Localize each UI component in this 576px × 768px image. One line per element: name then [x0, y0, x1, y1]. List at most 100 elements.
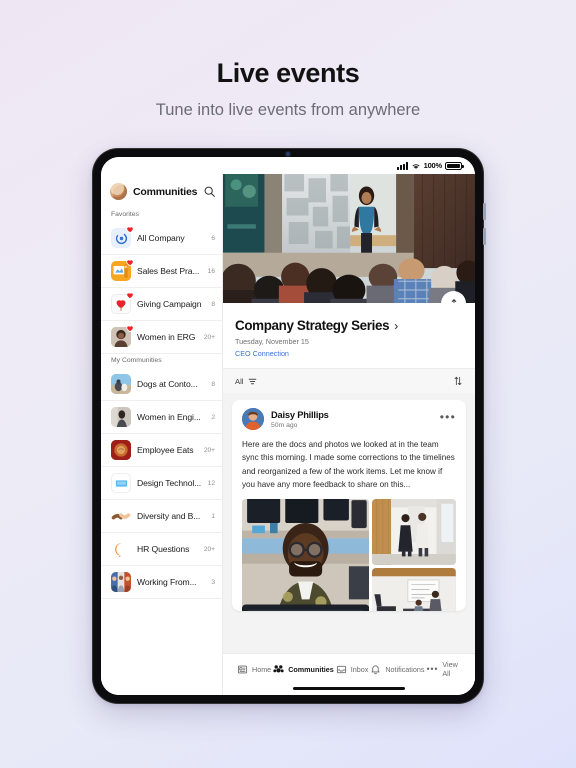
sidebar-item-diversity-and-belonging[interactable]: Diversity and B... 1: [101, 500, 222, 533]
sidebar-item-women-in-engineering[interactable]: Women in Engi... 2: [101, 401, 222, 434]
page-subtitle: Tune into live events from anywhere: [155, 101, 421, 119]
event-info: Company Strategy Series › Tuesday, Novem…: [223, 303, 475, 368]
sidebar-item-label: All Company: [137, 233, 185, 243]
post-image-man-at-desk[interactable]: [242, 499, 370, 612]
sidebar-item-sales-best-practices[interactable]: Sales Best Pra... 16: [101, 255, 222, 288]
filter-label[interactable]: All: [235, 377, 243, 386]
avatar[interactable]: [242, 408, 264, 430]
tab-label: Notifications: [385, 664, 425, 674]
bottom-tab-bar[interactable]: Home Communities Inbox Notifications •••…: [223, 653, 475, 682]
event-community-link[interactable]: CEO Connection: [235, 349, 463, 358]
tab-view-all[interactable]: ••• View All: [426, 660, 461, 678]
event-date: Tuesday, November 15: [235, 337, 309, 346]
sidebar-item-count: 1: [211, 512, 215, 520]
page-title: Live events: [216, 58, 360, 88]
sidebar-item-label: Design Technol...: [137, 478, 202, 488]
sidebar-item-giving-campaign[interactable]: Giving Campaign 8: [101, 288, 222, 321]
tablet-device-frame: 100% Communities Favorites All Company 6…: [92, 148, 486, 704]
post-image-office-meeting[interactable]: [372, 568, 456, 612]
home-indicator: [223, 682, 475, 695]
sidebar-item-working-from-home[interactable]: Working From... 3: [101, 566, 222, 599]
sidebar-item-label: Giving Campaign: [137, 299, 202, 309]
sidebar-title: Communities: [133, 185, 198, 198]
more-options-icon[interactable]: •••: [440, 411, 456, 427]
sidebar-item-dogs-at-contoso[interactable]: Dogs at Conto... 8: [101, 368, 222, 401]
cellular-signal-icon: [396, 162, 408, 170]
sidebar-item-design-technology[interactable]: Design Technol... 12: [101, 467, 222, 500]
post-image-grid[interactable]: [232, 499, 466, 612]
feed[interactable]: Daisy Phillips 50m ago ••• Here are the …: [223, 393, 475, 653]
sidebar-item-count: 20+: [203, 333, 215, 341]
community-icon-employee-eats: [111, 440, 131, 460]
communities-icon: [273, 664, 284, 675]
tab-label: View All: [442, 660, 458, 678]
community-icon-all-company: [111, 226, 134, 248]
community-icon-working-from-home: [111, 572, 131, 592]
tab-communities[interactable]: Communities: [273, 664, 334, 675]
post-body-text: Here are the docs and photos we looked a…: [242, 440, 455, 490]
post-image-right-column: [372, 499, 456, 612]
sidebar-item-employee-eats[interactable]: Employee Eats 20+: [101, 434, 222, 467]
feed-post[interactable]: Daisy Phillips 50m ago ••• Here are the …: [232, 400, 466, 612]
tab-label: Communities: [288, 664, 334, 674]
sidebar-item-count: 20+: [203, 446, 215, 454]
sidebar-item-count: 12: [207, 479, 215, 487]
sidebar-list[interactable]: Favorites All Company 6 Sales Best Pra..…: [101, 208, 222, 695]
filter-icon[interactable]: [248, 377, 257, 386]
sidebar: Communities Favorites All Company 6 Sale…: [101, 174, 223, 695]
community-icon-women-in-erg: [111, 325, 134, 347]
community-icon-hr-questions: ?: [111, 539, 131, 559]
sort-icon[interactable]: [453, 376, 463, 386]
avatar[interactable]: [110, 183, 127, 200]
sidebar-item-label: Dogs at Conto...: [137, 379, 198, 389]
hero-image[interactable]: [223, 174, 475, 303]
sidebar-item-count: 3: [211, 578, 215, 586]
sidebar-item-label: Women in Engi...: [137, 412, 201, 422]
sidebar-item-count: 8: [211, 380, 215, 388]
daisy-phillips-avatar: [242, 408, 264, 430]
sidebar-item-label: Employee Eats: [137, 445, 194, 455]
sidebar-item-hr-questions[interactable]: ? HR Questions 20+: [101, 533, 222, 566]
community-icon-sales-best-practices: [111, 259, 134, 281]
bell-icon: [370, 664, 381, 675]
sidebar-item-label: Working From...: [137, 577, 197, 587]
sidebar-section-my-communities-label: My Communities: [111, 357, 162, 364]
sidebar-item-label: HR Questions: [137, 544, 190, 554]
volume-down-button[interactable]: [483, 228, 486, 245]
sidebar-item-label: Sales Best Pra...: [137, 266, 200, 276]
front-camera-icon: [286, 152, 290, 156]
photo-office-hallway: [372, 499, 456, 566]
post-image-office-hallway[interactable]: [372, 499, 456, 566]
photo-man-at-desk: [242, 499, 370, 612]
device-screen: 100% Communities Favorites All Company 6…: [101, 157, 475, 695]
favorite-heart-icon: [126, 226, 134, 234]
sidebar-item-all-company[interactable]: All Company 6: [101, 222, 222, 255]
sidebar-item-count: 16: [207, 267, 215, 275]
sidebar-item-women-in-erg[interactable]: Women in ERG 20+: [101, 321, 222, 354]
tab-label: Inbox: [350, 664, 369, 674]
battery-percentage: 100%: [423, 161, 443, 170]
wifi-icon: [412, 163, 420, 169]
svg-text:?: ?: [119, 545, 124, 554]
sidebar-item-count: 6: [211, 234, 215, 242]
event-title-row[interactable]: Company Strategy Series ›: [235, 318, 463, 333]
community-icon-design-technology: [111, 473, 131, 493]
main-content: Company Strategy Series › Tuesday, Novem…: [223, 174, 475, 695]
post-header: Daisy Phillips 50m ago •••: [232, 400, 466, 432]
post-author: Daisy Phillips: [271, 409, 329, 420]
tab-home[interactable]: Home: [237, 664, 271, 675]
home-icon: [237, 664, 248, 675]
search-icon[interactable]: [203, 185, 216, 198]
sidebar-item-count: 20+: [203, 545, 215, 553]
tab-notifications[interactable]: Notifications: [370, 664, 424, 675]
feed-filter-bar: All: [223, 368, 475, 393]
tab-label: Home: [252, 664, 272, 674]
post-meta: Daisy Phillips 50m ago: [271, 410, 433, 429]
sidebar-item-count: 8: [211, 300, 215, 308]
tab-inbox[interactable]: Inbox: [336, 664, 369, 675]
photo-office-meeting: [372, 568, 456, 612]
volume-up-button[interactable]: [483, 203, 486, 220]
sidebar-section-favorites-label: Favorites: [111, 211, 139, 218]
community-icon-dogs-at-contoso: [111, 374, 131, 394]
share-icon: [450, 298, 457, 303]
